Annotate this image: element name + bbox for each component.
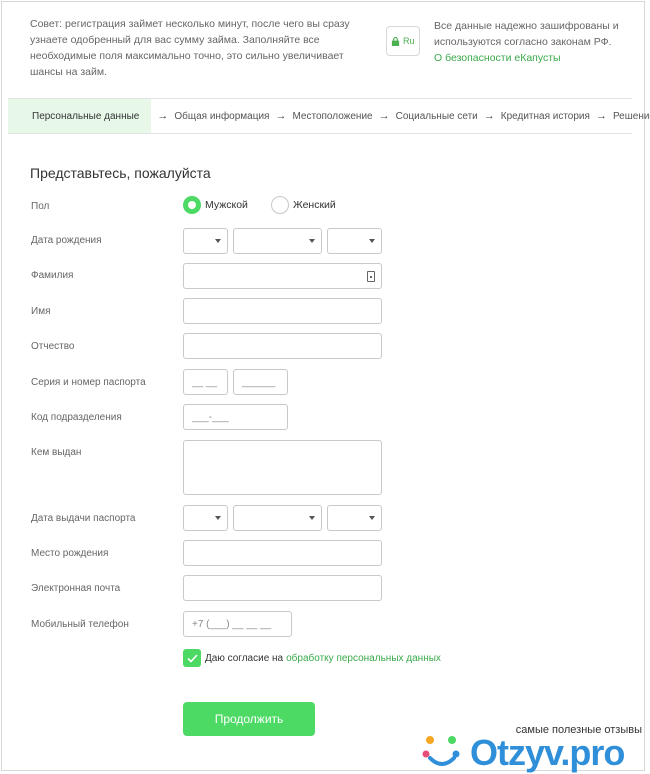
label-division-code: Код подразделения [31,412,122,423]
chevron-down-icon [215,239,221,243]
security-link[interactable]: О безопасности еКапусты [434,52,561,64]
chevron-down-icon [215,516,221,520]
consent-link[interactable]: обработку персональных данных [286,653,441,664]
phone-placeholder: +7 (___) __ __ __ [192,618,272,630]
radio-dot [183,196,201,214]
birth-month-select[interactable] [233,228,322,254]
issue-month-select[interactable] [233,505,322,531]
label-gender: Пол [31,201,50,212]
consent-row: Даю согласие на обработку персональных д… [183,649,441,667]
chevron-down-icon [309,516,315,520]
surname-input[interactable] [183,263,382,289]
birth-day-select[interactable] [183,228,228,254]
step-credit-history: Кредитная история [500,110,590,122]
watermark-brand: Otzyv.pro [470,732,625,773]
chevron-down-icon [369,239,375,243]
ssl-badge-text: Ru [403,36,415,46]
issued-by-textarea[interactable] [183,440,382,495]
security-text: Все данные надежно зашифрованы и использ… [434,20,619,48]
label-birth-place: Место рождения [31,548,109,559]
step-arrow-icon: → [275,110,287,122]
radio-female-label: Женский [293,199,336,211]
otzyv-watermark: самые полезные отзывы Otzyv.pro [420,718,646,773]
passport-series-placeholder: __ __ [192,376,218,388]
step-arrow-icon: → [157,110,169,122]
lock-icon [391,36,400,46]
label-patronymic: Отчество [31,341,75,352]
radio-dot [271,196,289,214]
continue-button[interactable]: Продолжить [183,702,315,736]
birth-year-select[interactable] [327,228,382,254]
passport-series-input[interactable]: __ __ [183,369,228,395]
security-note: Все данные надежно зашифрованы и использ… [434,18,634,66]
label-name: Имя [31,306,51,317]
chevron-down-icon [309,239,315,243]
step-location: Местоположение [292,110,373,122]
name-input[interactable] [183,298,382,324]
consent-text: Даю согласие на [205,652,284,664]
email-input[interactable] [183,575,382,601]
contact-card-icon [367,271,375,282]
radio-male-label: Мужской [205,199,248,211]
step-arrow-icon: → [595,110,607,122]
label-surname: Фамилия [31,270,74,281]
step-social: Социальные сети [395,110,478,122]
steps-bar: Персональные данные → Общая информация →… [8,98,650,134]
otzyv-logo-icon [422,736,460,766]
birth-place-input[interactable] [183,540,382,566]
label-issued-by: Кем выдан [31,447,82,458]
step-arrow-icon: → [483,110,495,122]
patronymic-input[interactable] [183,333,382,359]
step-personal-data: Персональные данные [8,99,152,133]
radio-female[interactable]: Женский [271,196,336,214]
consent-checkbox[interactable] [183,649,201,667]
form-title: Представьтесь, пожалуйста [30,165,211,181]
ssl-badge: Ru [386,26,420,56]
step-decision: Решение [612,110,650,122]
issue-day-select[interactable] [183,505,228,531]
tip-text: Совет: регистрация займет несколько мину… [30,18,350,78]
chevron-down-icon [369,516,375,520]
checkmark-icon [186,653,198,663]
passport-number-input[interactable]: ______ [233,369,288,395]
division-code-input[interactable]: ___-___ [183,404,288,430]
passport-number-placeholder: ______ [242,376,276,388]
radio-male[interactable]: Мужской [183,196,248,214]
label-passport-date: Дата выдачи паспорта [31,513,136,524]
label-passport-number: Серия и номер паспорта [31,377,146,388]
division-code-placeholder: ___-___ [192,411,229,423]
label-phone: Мобильный телефон [31,619,129,630]
step-arrow-icon: → [378,110,390,122]
step-general-info: Общая информация [174,110,270,122]
label-birth-date: Дата рождения [31,235,102,246]
issue-year-select[interactable] [327,505,382,531]
label-email: Электронная почта [31,583,121,594]
phone-input[interactable]: +7 (___) __ __ __ [183,611,292,637]
